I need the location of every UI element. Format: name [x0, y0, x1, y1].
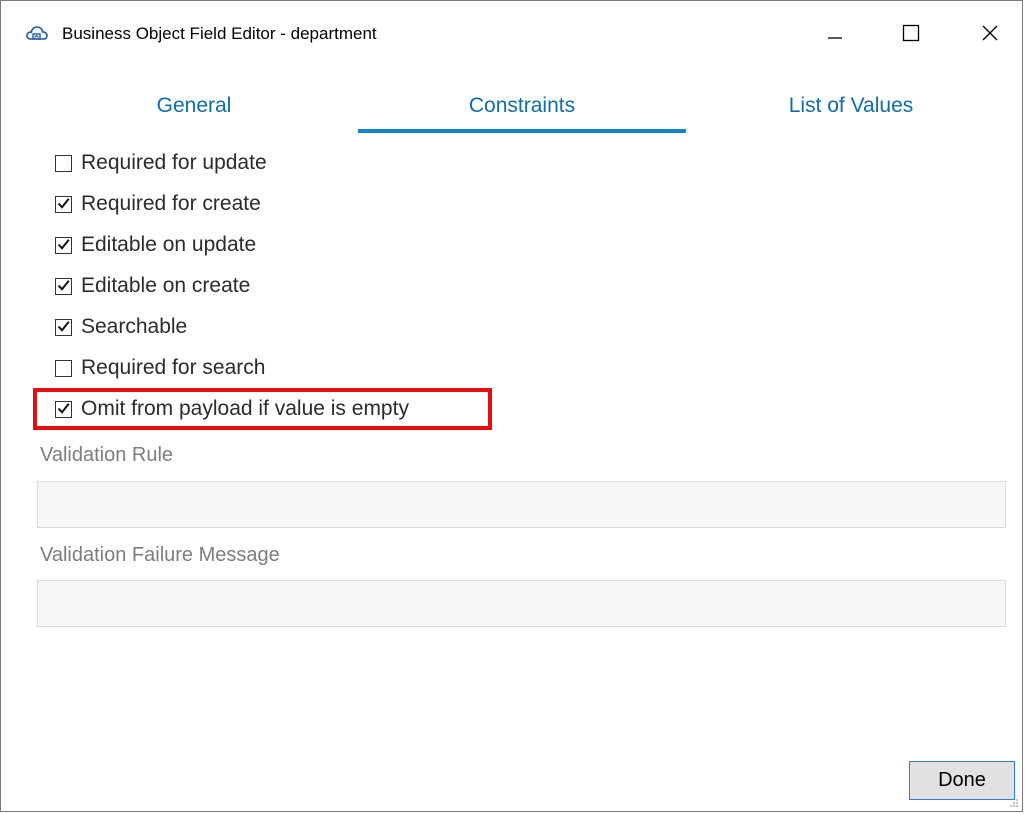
required-for-search-option[interactable]: Required for search [55, 351, 265, 385]
close-icon [982, 25, 998, 41]
validation-rule-input[interactable] [37, 481, 1006, 528]
checkbox-label: Omit from payload if value is empty [81, 397, 409, 420]
window-title: Business Object Field Editor - departmen… [62, 24, 377, 43]
checkbox-label: Required for update [81, 151, 267, 174]
validation-failure-message-label: Validation Failure Message [40, 544, 280, 566]
minimize-button[interactable] [812, 9, 858, 57]
validation-failure-message-input[interactable] [37, 580, 1006, 627]
checkbox[interactable] [55, 359, 72, 377]
checkbox[interactable] [55, 195, 72, 213]
checkbox-label: Required for create [81, 192, 261, 215]
checkmark-icon [57, 320, 70, 332]
checkbox[interactable] [55, 318, 72, 336]
close-button[interactable] [967, 9, 1013, 57]
tab-bar: General Constraints List of Values [1, 81, 1022, 137]
checkbox[interactable] [55, 277, 72, 295]
editable-on-create-option[interactable]: Editable on create [55, 269, 250, 303]
checkbox-label: Required for search [81, 356, 266, 379]
cloud-app-icon [25, 23, 49, 45]
active-tab-indicator [358, 129, 686, 133]
done-button[interactable]: Done [909, 761, 1015, 800]
tab-constraints[interactable]: Constraints [358, 81, 686, 131]
required-for-update-option[interactable]: Required for update [55, 146, 267, 180]
checkmark-icon [57, 238, 70, 250]
checkbox[interactable] [55, 400, 72, 418]
checkbox[interactable] [55, 154, 72, 172]
checkbox[interactable] [55, 236, 72, 254]
required-for-create-option[interactable]: Required for create [55, 187, 261, 221]
minimize-icon [828, 37, 842, 39]
editor-window: Business Object Field Editor - departmen… [0, 0, 1023, 812]
omit-from-payload-option[interactable]: Omit from payload if value is empty [55, 392, 409, 426]
maximize-button[interactable] [888, 9, 934, 57]
title-bar: Business Object Field Editor - departmen… [1, 1, 1022, 65]
searchable-option[interactable]: Searchable [55, 310, 187, 344]
checkbox-label: Editable on update [81, 233, 257, 256]
checkmark-icon [57, 197, 70, 209]
tab-list-of-values[interactable]: List of Values [686, 81, 1016, 131]
resize-grip-icon[interactable] [1009, 798, 1019, 808]
checkbox-label: Searchable [81, 315, 188, 338]
tab-general[interactable]: General [29, 81, 359, 131]
checkbox-label: Editable on create [81, 274, 251, 297]
editable-on-update-option[interactable]: Editable on update [55, 228, 256, 262]
checkmark-icon [57, 279, 70, 291]
validation-rule-label: Validation Rule [40, 444, 174, 466]
maximize-icon [902, 24, 920, 42]
checkmark-icon [57, 402, 70, 414]
